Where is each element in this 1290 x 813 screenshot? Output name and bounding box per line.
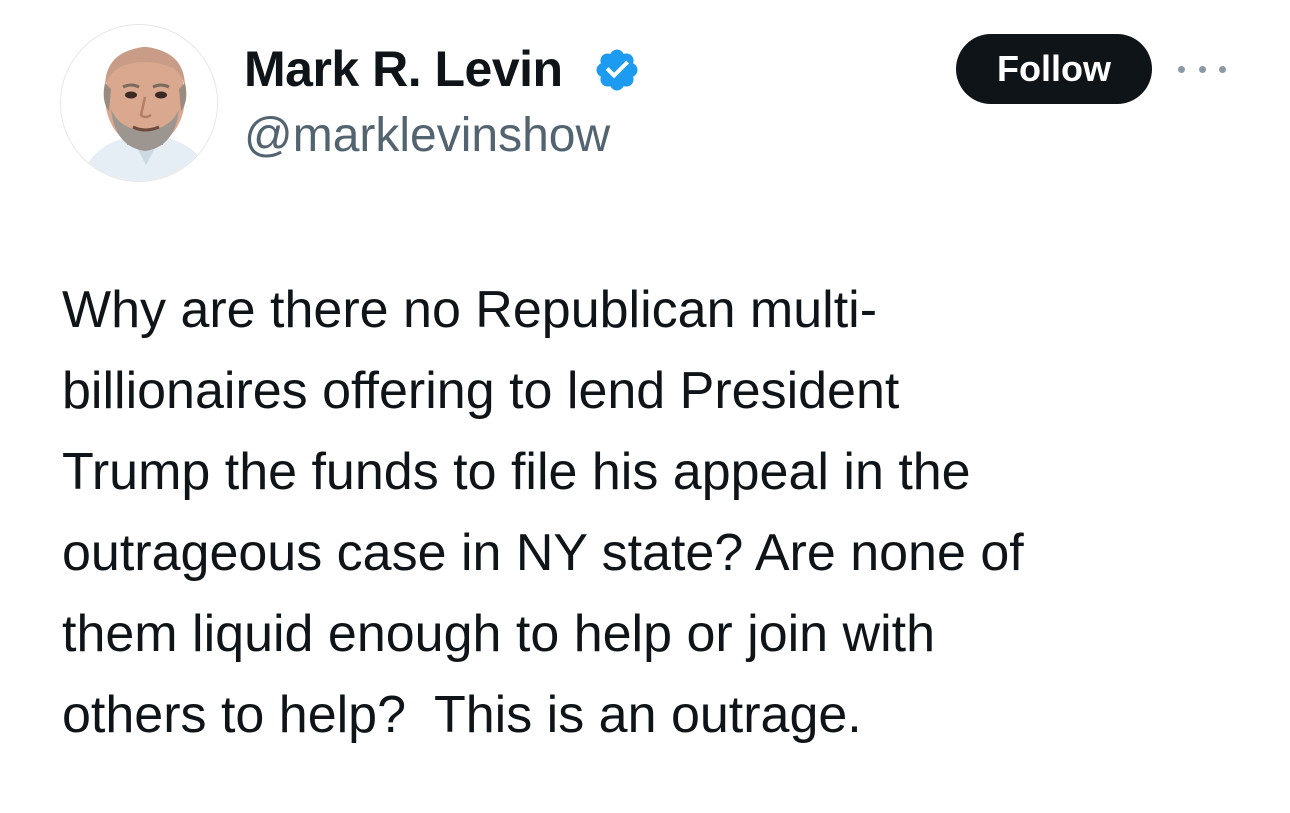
more-dots-icon [1219, 65, 1226, 73]
tweet-text: Why are there no Republican multi- billi… [62, 270, 1242, 756]
tweet-line: billionaires offering to lend President [62, 362, 900, 420]
tweet-line: them liquid enough to help or join with [62, 605, 936, 663]
display-name[interactable]: Mark R. Levin [244, 40, 563, 98]
verified-badge-icon [596, 49, 638, 91]
follow-button[interactable]: Follow [956, 34, 1152, 104]
tweet-line: others to help? This is an outrage. [62, 686, 862, 744]
more-dots-icon [1178, 65, 1185, 73]
tweet-line: outrageous case in NY state? Are none of [62, 524, 1024, 582]
avatar-photo [61, 25, 217, 181]
more-options-button[interactable] [1178, 54, 1226, 84]
more-dots-icon [1198, 65, 1206, 73]
user-handle[interactable]: @marklevinshow [244, 108, 610, 164]
tweet-line: Why are there no Republican multi- [62, 281, 878, 339]
avatar[interactable] [60, 24, 218, 182]
tweet-line: Trump the funds to file his appeal in th… [62, 443, 971, 501]
